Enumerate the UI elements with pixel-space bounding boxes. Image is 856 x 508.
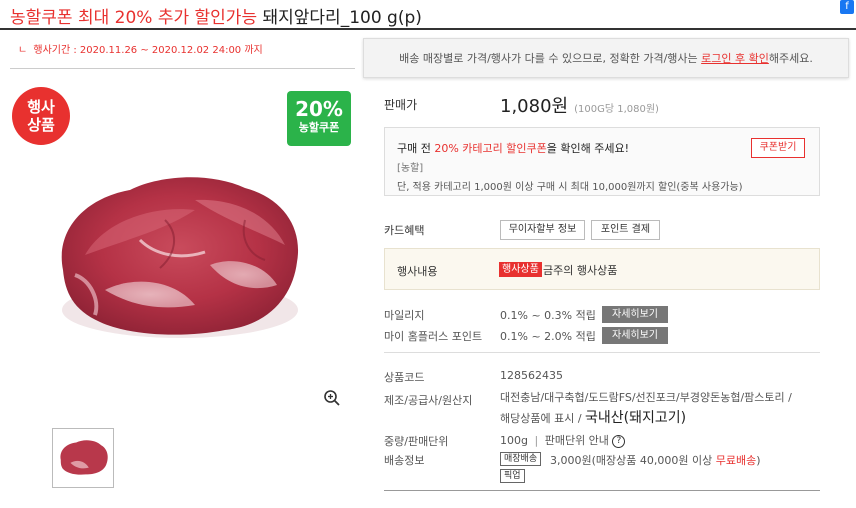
product-code-label: 상품코드 — [384, 371, 425, 384]
promo-text: 농할쿠폰 최대 20% 추가 할인가능 — [10, 8, 258, 28]
coupon-title: 구매 전 20% 카테고리 할인쿠폰을 확인해 주세요! — [397, 140, 629, 156]
product-image[interactable] — [45, 160, 315, 350]
coupon-title-highlight: 20% 카테고리 할인쿠폰 — [434, 142, 547, 155]
event-product-badge: 행사 상품 — [12, 87, 70, 145]
card-benefit-label: 카드혜택 — [384, 224, 425, 237]
facebook-icon[interactable]: f — [840, 0, 854, 14]
notice-text: 배송 매장별로 가격/행사가 다를 수 있으므로, 정확한 가격/행사는 — [399, 52, 702, 65]
coupon-title-text: 구매 전 — [397, 142, 435, 155]
question-icon[interactable]: ? — [612, 434, 626, 448]
unit-guide-link[interactable]: 판매단위 안내 — [545, 434, 609, 447]
product-thumbnail[interactable] — [52, 428, 114, 488]
pickup-tag: 픽업 — [500, 469, 525, 483]
mileage-detail-button[interactable]: 자세히보기 — [602, 306, 668, 323]
divider — [384, 490, 820, 491]
installment-info-button[interactable]: 무이자할부 정보 — [500, 220, 585, 240]
coupon-box: 구매 전 20% 카테고리 할인쿠폰을 확인해 주세요! [농할] 단, 적용 … — [384, 127, 820, 196]
origin-line2: 해당상품에 표시 / 국내산(돼지고기) — [500, 407, 686, 427]
event-content-box: 행사내용 행사상품 금주의 행사상품 — [384, 248, 820, 290]
price-label: 판매가 — [384, 98, 418, 112]
get-coupon-button[interactable]: 쿠폰받기 — [751, 138, 805, 158]
homeplus-point-label: 마이 홈플러스 포인트 — [384, 330, 483, 343]
price-notice-tooltip: 배송 매장별로 가격/행사가 다를 수 있으므로, 정확한 가격/행사는 로그인… — [363, 38, 849, 78]
product-name: 돼지앞다리_100 g(p) — [262, 8, 422, 28]
coupon-category: [농할] — [397, 163, 424, 174]
unit-price: (100G당 1,080원) — [574, 104, 659, 115]
login-link[interactable]: 로그인 후 확인 — [701, 52, 769, 65]
delivery-fee: 3,000원(매장상품 40,000원 이상 — [550, 454, 716, 467]
event-label: 행사내용 — [397, 265, 438, 278]
zoom-in-icon[interactable] — [323, 389, 341, 407]
delivery-fee-end: ) — [756, 454, 761, 467]
period-text: 행사기간 : 2020.11.26 ~ 2020.12.02 24:00 까지 — [33, 45, 263, 56]
notice-text-end: 해주세요. — [768, 52, 813, 65]
coupon-description: 단, 적용 카테고리 1,000원 이상 구매 시 최대 10,000원까지 할… — [397, 182, 743, 193]
weight-value: 100g — [500, 434, 528, 447]
mileage-label: 마일리지 — [384, 309, 425, 322]
product-code-value: 128562435 — [500, 369, 563, 382]
free-delivery: 무료배송 — [715, 454, 757, 467]
coupon-badge: 20% 농할쿠폰 — [287, 91, 351, 146]
point-detail-button[interactable]: 자세히보기 — [602, 327, 668, 344]
delivery-label: 배송정보 — [384, 454, 425, 467]
store-delivery-tag: 매장배송 — [500, 452, 542, 466]
origin-label: 제조/공급사/원산지 — [384, 394, 473, 407]
coupon-badge-label: 농할쿠폰 — [298, 121, 340, 134]
weight-label: 중량/판매단위 — [384, 435, 449, 448]
product-title: 농할쿠폰 최대 20% 추가 할인가능 돼지앞다리_100 g(p) — [10, 3, 422, 28]
origin-country: 국내산(돼지고기) — [585, 410, 687, 426]
divider — [384, 352, 820, 353]
event-text: 금주의 행사상품 — [543, 264, 618, 277]
period-bullet: ㄴ — [18, 45, 28, 56]
badge-line: 상품 — [27, 116, 55, 134]
coupon-title-text-end: 을 확인해 주세요! — [546, 142, 630, 155]
delivery-text: 3,000원(매장상품 40,000원 이상 무료배송) — [550, 452, 761, 468]
event-period: ㄴ 행사기간 : 2020.11.26 ~ 2020.12.02 24:00 까… — [18, 41, 263, 56]
product-title-bar: 농할쿠폰 최대 20% 추가 할인가능 돼지앞다리_100 g(p) f — [0, 0, 856, 30]
weight-info: 100g | 판매단위 안내 ? — [500, 432, 626, 448]
mileage-value: 0.1% ~ 0.3% 적립 — [500, 309, 596, 322]
price: 1,080원 (100G당 1,080원) — [500, 92, 659, 118]
badge-line: 행사 — [27, 98, 55, 116]
separator: | — [534, 434, 539, 447]
homeplus-point-value: 0.1% ~ 2.0% 적립 — [500, 330, 596, 343]
origin-note: 해당상품에 표시 / — [500, 412, 586, 425]
event-tag: 행사상품 — [499, 262, 542, 277]
origin-line1: 대전충남/대구축협/도드람FS/선진포크/부경양돈농협/팜스토리 / — [500, 391, 792, 404]
coupon-badge-percent: 20% — [295, 97, 343, 121]
divider — [10, 68, 355, 69]
price-value: 1,080원 — [500, 96, 569, 117]
point-payment-button[interactable]: 포인트 결제 — [591, 220, 660, 240]
